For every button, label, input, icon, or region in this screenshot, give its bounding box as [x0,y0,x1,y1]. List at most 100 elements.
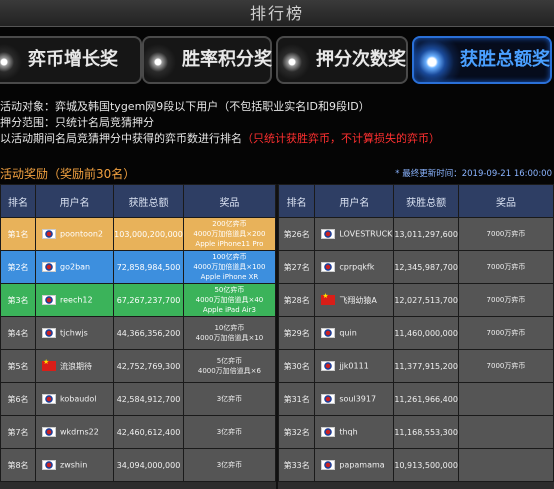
user-cell: 飞翔幼猿A [314,283,395,317]
tab-coin-growth[interactable]: 弈币增长奖 [0,36,142,84]
amount-cell: 11,377,915,200 [393,349,459,383]
info-target: 活动对象：弈城及韩国tygem网9段以下用户（不包括职业实名ID和9段ID） [0,100,370,113]
prize-line: Apple iPhone XR [200,273,259,281]
korea-flag-icon [321,328,336,338]
username: soul3917 [339,394,377,404]
user-cell: tjchwjs [34,316,115,350]
prize-cell [457,448,554,482]
rank-cell: 第29名 [277,316,316,350]
username: wkdrns22 [60,427,99,437]
event-info: 活动对象：弈城及韩国tygem网9段以下用户（不包括职业实名ID和9段ID） 押… [0,99,440,147]
table-row: 第31名 soul3917 11,261,966,400 [277,382,554,416]
table-row: 第30名 jjk0111 11,377,915,200 7000万弈币 [277,349,554,383]
user-cell: 流浪期待 [34,349,115,383]
username: thqh [339,427,358,437]
prize-cell: 3亿弈币 [182,415,277,449]
rank-cell: 第8名 [0,448,36,482]
amount-cell: 12,345,987,700 [393,250,459,284]
rank-cell: 第3名 [0,283,36,317]
award-tabs: 弈币增长奖 胜率积分奖 押分次数奖 获胜总额奖 [0,30,554,90]
page-title: 排行榜 [0,0,554,27]
info-scope: 押分范围：只统计名局竞猜押分 [0,116,154,129]
table-row: 第8名 zwshin 34,094,000,000 3亿弈币 [0,448,277,482]
rank-cell: 第30名 [277,349,316,383]
korea-flag-icon [42,328,56,338]
prize-cell: 200亿弈币 4000万加倍道具×200 Apple iPhone11 Pro [182,217,277,251]
prize-line: 4000万加倍道具×200 [193,230,266,238]
prize-cell: 5亿弈币 4000万加倍道具×6 [182,349,277,383]
table-row: 第26名 LOVESTRUCK 13,011,297,600 7000万弈币 [277,217,554,251]
table-row: 第27名 cprpqkfk 12,345,987,700 7000万弈币 [277,250,554,284]
amount-cell: 12,027,513,700 [393,283,459,317]
prize-line: 4000万加倍道具×6 [197,367,261,375]
prize-line: 3亿弈币 [216,428,243,436]
username: zwshin [60,460,88,470]
table-row: 第29名 quin 11,460,000,000 7000万弈币 [277,316,554,350]
tab-label: 弈币增长奖 [28,49,118,70]
user-cell: thqh [314,415,395,449]
user-cell: poontoon2 [34,217,115,251]
prize-line: 100亿弈币 [212,253,247,261]
rank-cell: 第26名 [277,217,316,251]
username: reech12 [60,295,93,305]
rank-cell: 第33名 [277,448,316,482]
amount-cell: 11,261,966,400 [393,382,459,416]
prize-line: 7000万弈币 [486,296,526,304]
username: poontoon2 [60,229,104,239]
table-row: 第28名 飞翔幼猿A 12,027,513,700 7000万弈币 [277,283,554,317]
prize-line: 7000万弈币 [486,263,526,271]
prize-line: 5亿弈币 [216,357,243,365]
user-cell: wkdrns22 [34,415,115,449]
korea-flag-icon [321,460,336,470]
leaderboard-left: 排名 用户名 获胜总额 奖品 第1名 poontoon2 103,000,200,0… [0,184,277,482]
prize-cell: 7000万弈币 [457,217,554,251]
last-updated: * 最终更新时间：2019-09-21 16:00:00 [395,169,552,179]
prize-cell [457,382,554,416]
prize-cell [457,415,554,449]
amount-cell: 13,011,297,600 [393,217,459,251]
china-flag-icon [42,358,56,371]
rank-cell: 第28名 [277,283,316,317]
prize-line: Apple iPad Air3 [202,306,256,314]
tab-bet-count[interactable]: 押分次数奖 [276,36,408,84]
korea-flag-icon [42,394,56,404]
korea-flag-icon [42,229,56,239]
prize-cell: 50亿弈币 4000万加倍道具×40 Apple iPad Air3 [182,283,277,317]
china-flag-icon [321,292,336,305]
leaderboard: 排名 用户名 获胜总额 奖品 第1名 poontoon2 103,000,200,0… [0,184,554,489]
prize-cell: 3亿弈币 [182,448,277,482]
user-cell: reech12 [34,283,115,317]
table-row: 第1名 poontoon2 103,000,200,000 200亿弈币 4000万加倍… [0,217,277,251]
prize-line: 4000万加倍道具×40 [195,296,264,304]
korea-flag-icon [42,295,56,305]
username: 飞翔幼猿A [339,295,377,305]
tab-win-rate[interactable]: 胜率积分奖 [142,36,272,84]
korea-flag-icon [321,262,336,272]
user-cell: go2ban [34,250,115,284]
korea-flag-icon [321,229,336,239]
amount-cell: 10,913,500,000 [393,448,459,482]
username: LOVESTRUCK [339,229,393,239]
table-row: 第4名 tjchwjs 44,366,356,200 10亿弈币 4000万加倍道具×1… [0,316,277,350]
user-cell: soul3917 [314,382,395,416]
amount-cell: 42,752,769,300 [113,349,184,383]
prize-line: 7000万弈币 [486,362,526,370]
prize-line: 10亿弈币 [214,324,245,332]
table-row: 第32名 thqh 11,168,553,300 [277,415,554,449]
amount-cell: 44,366,356,200 [113,316,184,350]
reward-section-title: 活动奖励（奖励前30名） [0,167,136,181]
username: 流浪期待 [60,361,92,371]
prize-line: Apple iPhone11 Pro [195,240,264,248]
tab-total-winnings[interactable]: 获胜总额奖 [412,36,552,84]
user-cell: jjk0111 [314,349,395,383]
table-row: 第5名 流浪期待 42,752,769,300 5亿弈币 4000万加倍道具×6 [0,349,277,383]
rank-cell: 第6名 [0,382,36,416]
col-amount: 获胜总额 [113,184,184,218]
col-user: 用户名 [34,184,115,218]
username: cprpqkfk [339,262,375,272]
korea-flag-icon [42,460,56,470]
korea-flag-icon [321,361,336,371]
amount-cell: 42,584,912,700 [113,382,184,416]
username: papamama [339,460,385,470]
username: tjchwjs [60,328,88,338]
